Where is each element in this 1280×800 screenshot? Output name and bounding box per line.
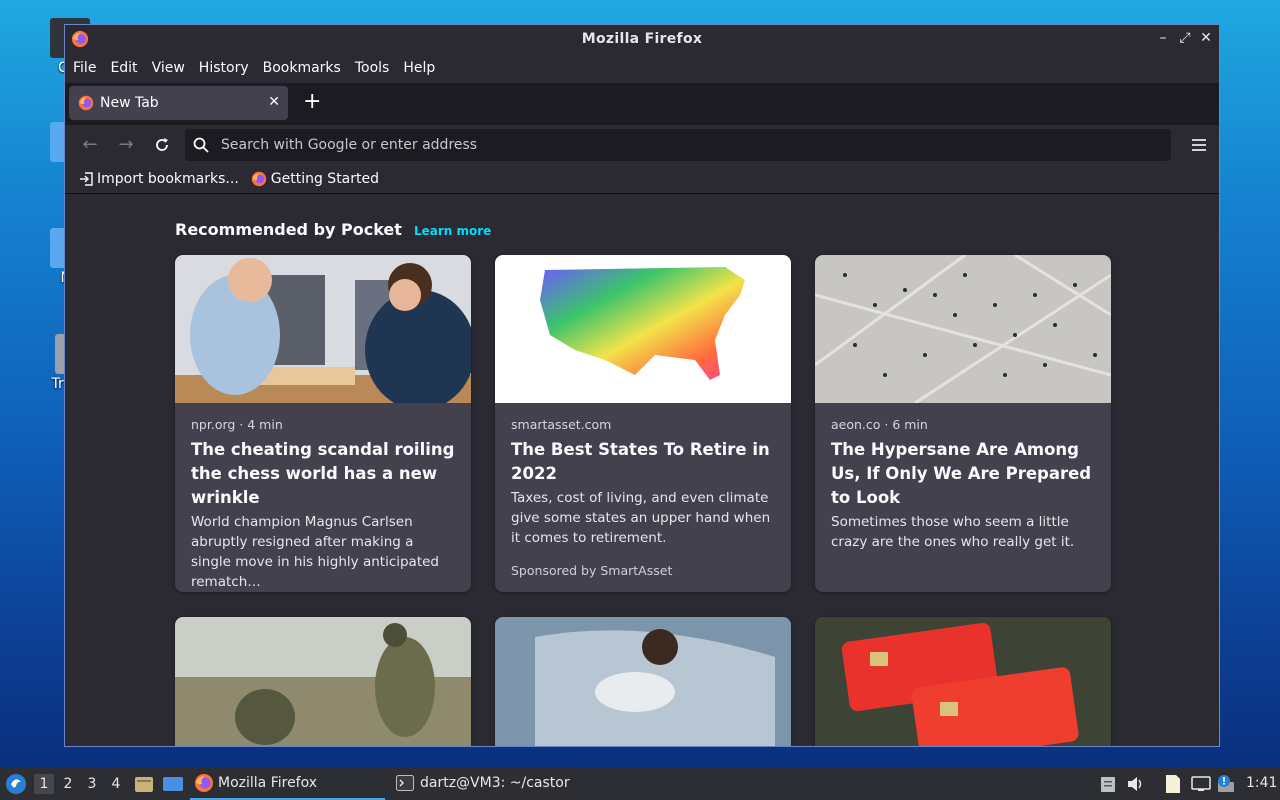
plaza-crowd-image — [815, 255, 1111, 403]
story-card-hypersane[interactable]: aeon.co · 6 min The Hypersane Are Among … — [815, 255, 1111, 592]
task-label: dartz@VM3: ~/castor — [420, 775, 570, 791]
notes-icon[interactable] — [1164, 774, 1182, 794]
tab-strip: New Tab ✕ + — [65, 83, 1219, 125]
soldiers-image — [175, 617, 471, 746]
firefox-icon — [251, 171, 266, 187]
task-terminal[interactable]: dartz@VM3: ~/castor — [394, 768, 594, 798]
workspace-2[interactable]: 2 — [58, 774, 78, 794]
card-source: aeon.co · 6 min — [831, 417, 928, 432]
card-excerpt: Sometimes those who seem a little crazy … — [831, 514, 1075, 550]
menu-tools[interactable]: Tools — [355, 60, 390, 76]
updates-icon[interactable] — [1216, 774, 1236, 794]
firefox-icon — [78, 95, 94, 111]
search-icon — [193, 137, 209, 153]
title-bar[interactable]: Mozilla Firefox – ⤢ ✕ — [65, 25, 1219, 53]
menu-edit[interactable]: Edit — [110, 60, 137, 76]
workspace-4[interactable]: 4 — [106, 774, 126, 794]
terminal-icon — [396, 775, 414, 791]
file-manager-icon[interactable] — [134, 775, 154, 793]
bookmark-label: Import bookmarks... — [97, 171, 239, 187]
card-headline: The cheating scandal roiling the chess w… — [191, 440, 455, 507]
address-bar[interactable] — [185, 129, 1171, 161]
menu-bookmarks[interactable]: Bookmarks — [263, 60, 341, 76]
menu-help[interactable]: Help — [403, 60, 435, 76]
address-input[interactable] — [219, 136, 1171, 154]
credit-cards-image — [815, 617, 1111, 746]
us-map-image — [495, 255, 791, 403]
reload-icon — [156, 138, 168, 151]
back-button[interactable]: ← — [79, 134, 101, 156]
sleeping-woman-image — [495, 617, 791, 746]
firefox-window: Mozilla Firefox – ⤢ ✕ File Edit View His… — [64, 24, 1220, 747]
taskbar: 1 2 3 4 Mozilla Firefox dartz@VM3: ~/cas… — [0, 768, 1280, 800]
story-card-retire[interactable]: smartasset.com The Best States To Retire… — [495, 255, 791, 592]
workspace-3[interactable]: 3 — [82, 774, 102, 794]
clipboard-icon[interactable] — [1100, 775, 1116, 793]
nav-bar: ← → — [65, 125, 1219, 165]
card-sponsor: Sponsored by SmartAsset — [511, 563, 673, 578]
close-button[interactable]: ✕ — [1196, 28, 1216, 48]
card-headline: The Best States To Retire in 2022 — [511, 440, 770, 483]
network-icon[interactable] — [1191, 776, 1211, 792]
task-firefox[interactable]: Mozilla Firefox — [190, 768, 385, 800]
task-label: Mozilla Firefox — [218, 775, 318, 791]
card-excerpt: World champion Magnus Carlsen abruptly r… — [191, 514, 440, 590]
menu-hamburger-icon[interactable] — [1189, 135, 1209, 155]
card-excerpt: Taxes, cost of living, and even climate … — [511, 490, 771, 546]
maximize-button[interactable]: ⤢ — [1175, 28, 1195, 48]
volume-icon[interactable] — [1127, 776, 1145, 792]
workspace-1[interactable]: 1 — [34, 774, 54, 794]
card-source: npr.org · 4 min — [191, 417, 283, 432]
new-tab-page: Recommended by Pocket Learn more npr.org… — [65, 194, 1219, 746]
window-title: Mozilla Firefox — [581, 31, 703, 47]
menu-bar: File Edit View History Bookmarks Tools H… — [65, 53, 1219, 83]
reload-button[interactable] — [151, 134, 173, 156]
import-icon — [80, 172, 93, 186]
start-menu-icon[interactable] — [5, 773, 27, 795]
pocket-title: Recommended by Pocket — [175, 220, 402, 239]
firefox-icon — [195, 774, 213, 792]
card-headline: The Hypersane Are Among Us, If Only We A… — [831, 440, 1092, 507]
story-card-chess[interactable]: npr.org · 4 min The cheating scandal roi… — [175, 255, 471, 592]
story-card-cards[interactable] — [815, 617, 1111, 746]
bookmarks-toolbar: Import bookmarks... Getting Started — [65, 165, 1219, 194]
minimize-button[interactable]: – — [1153, 28, 1173, 48]
new-tab-button[interactable]: + — [303, 91, 321, 113]
bookmark-label: Getting Started — [270, 171, 380, 187]
story-card-sleep[interactable] — [495, 617, 791, 746]
tab-label: New Tab — [100, 95, 159, 111]
menu-view[interactable]: View — [152, 60, 185, 76]
bookmark-import[interactable]: Import bookmarks... — [79, 171, 239, 187]
menu-file[interactable]: File — [73, 60, 96, 76]
bookmark-getting-started[interactable]: Getting Started — [251, 171, 379, 187]
forward-button[interactable]: → — [115, 134, 137, 156]
learn-more-link[interactable]: Learn more — [414, 224, 491, 238]
show-desktop-icon[interactable] — [162, 775, 184, 793]
clock[interactable]: 1:41 — [1246, 775, 1277, 791]
card-source: smartasset.com — [511, 417, 612, 432]
tab-new-tab[interactable]: New Tab ✕ — [69, 86, 288, 120]
chess-players-image — [175, 255, 471, 403]
story-card-soldiers[interactable] — [175, 617, 471, 746]
menu-history[interactable]: History — [199, 60, 249, 76]
close-tab-icon[interactable]: ✕ — [268, 94, 280, 110]
pocket-header: Recommended by Pocket Learn more — [175, 220, 491, 239]
